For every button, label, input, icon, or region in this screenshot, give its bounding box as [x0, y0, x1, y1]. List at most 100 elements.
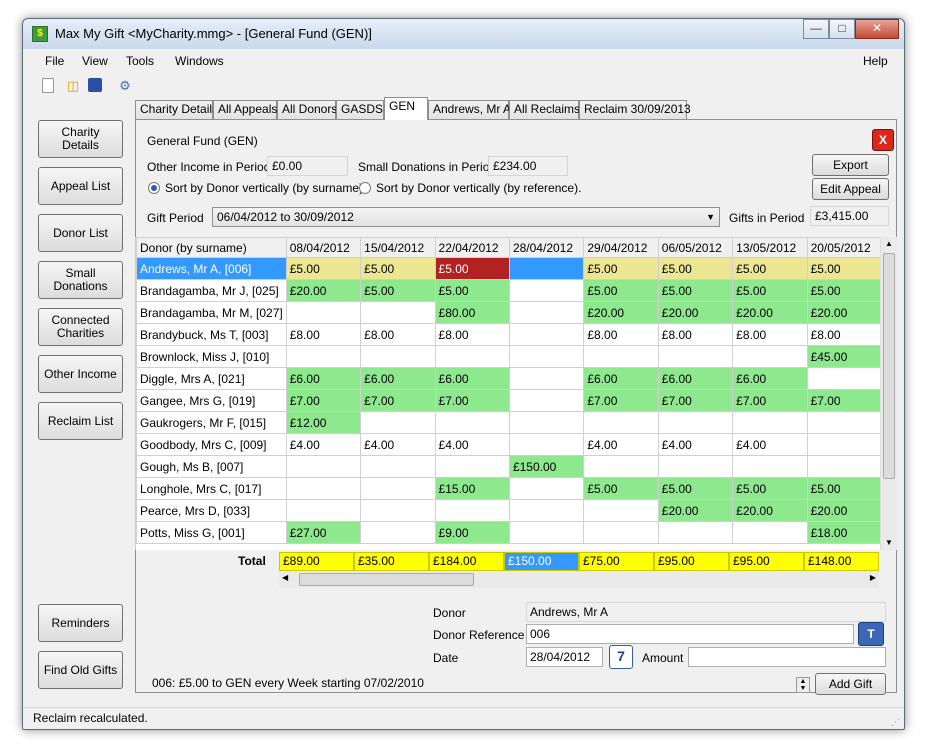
gift-cell[interactable]	[285, 301, 362, 324]
grid-vertical-scrollbar[interactable]: ▲ ▼	[880, 237, 897, 550]
gift-cell[interactable]: £5.00	[806, 279, 882, 302]
gift-cell[interactable]: £12.00	[285, 411, 362, 434]
charity-details-button[interactable]: Charity Details	[38, 120, 123, 158]
gift-cell[interactable]	[583, 521, 659, 544]
gift-cell[interactable]	[508, 367, 585, 390]
scroll-up-icon[interactable]: ▲	[881, 237, 897, 251]
gift-cell[interactable]: £8.00	[360, 323, 436, 346]
gift-cell[interactable]: £7.00	[583, 389, 659, 412]
date-field[interactable]: 28/04/2012	[526, 647, 603, 667]
gift-cell[interactable]: £5.00	[285, 257, 362, 280]
gift-cell[interactable]	[732, 455, 808, 478]
gift-cell[interactable]: £80.00	[434, 301, 510, 324]
table-row[interactable]: Gough, Ms B, [007] £150.00	[136, 455, 882, 478]
small-donations-button[interactable]: Small Donations	[38, 261, 123, 299]
menu-windows[interactable]: Windows	[175, 54, 224, 68]
gift-cell[interactable]: £4.00	[434, 433, 510, 456]
gift-cell[interactable]: £5.00	[434, 257, 510, 280]
find-old-gifts-button[interactable]: Find Old Gifts	[38, 651, 123, 689]
donor-name-cell[interactable]: Potts, Miss G, [001]	[136, 521, 287, 544]
gift-cell[interactable]: £5.00	[806, 257, 882, 280]
table-row[interactable]: Longhole, Mrs C, [017] £15.00 £5.00 £5.00 £5…	[136, 477, 882, 500]
gift-cell[interactable]	[508, 279, 585, 302]
reclaim-list-button[interactable]: Reclaim List	[38, 402, 123, 440]
menu-help[interactable]: Help	[863, 54, 888, 68]
gift-cell[interactable]: £4.00	[360, 433, 436, 456]
gift-cell[interactable]: £9.00	[434, 521, 510, 544]
gift-cell[interactable]: £5.00	[732, 279, 808, 302]
table-row[interactable]: Potts, Miss G, [001] £27.00 £9.00 £18.00	[136, 521, 882, 544]
gifts-grid[interactable]: Donor (by surname) 08/04/2012 15/04/2012…	[135, 237, 882, 550]
gift-cell[interactable]: £27.00	[285, 521, 362, 544]
date-column-header[interactable]: 29/04/2012	[583, 237, 659, 258]
gift-cell[interactable]: £8.00	[285, 323, 362, 346]
gift-cell[interactable]: £7.00	[434, 389, 510, 412]
gift-cell[interactable]: £5.00	[583, 257, 659, 280]
table-row[interactable]: Gangee, Mrs G, [019] £7.00 £7.00 £7.00 £7.00…	[136, 389, 882, 412]
tab-andrews[interactable]: Andrews, Mr A	[428, 100, 511, 119]
tab-gasds[interactable]: GASDS	[336, 100, 384, 119]
gift-cell[interactable]	[360, 455, 436, 478]
date-column-header[interactable]: 28/04/2012	[508, 237, 585, 258]
gift-cell[interactable]	[583, 411, 659, 434]
gift-cell[interactable]	[285, 345, 362, 368]
table-row[interactable]: Andrews, Mr A, [006] £5.00 £5.00 £5.00 £5.00…	[136, 257, 882, 280]
gift-cell[interactable]	[285, 477, 362, 500]
gift-cell[interactable]: £5.00	[657, 257, 734, 280]
menu-view[interactable]: View	[82, 54, 108, 68]
gift-cell[interactable]: £7.00	[806, 389, 882, 412]
gift-cell[interactable]	[732, 521, 808, 544]
gift-cell[interactable]: £6.00	[434, 367, 510, 390]
sort-reference-radio[interactable]	[359, 182, 371, 194]
gift-cell[interactable]	[360, 345, 436, 368]
donor-name-cell[interactable]: Brandybuck, Ms T, [003]	[136, 323, 287, 346]
gift-cell[interactable]: £5.00	[360, 279, 436, 302]
grid-horizontal-scrollbar[interactable]: ◀ ▶	[279, 571, 879, 588]
gift-cell[interactable]: £5.00	[583, 279, 659, 302]
gift-cell[interactable]: £8.00	[657, 323, 734, 346]
gift-cell[interactable]: £20.00	[285, 279, 362, 302]
date-column-header[interactable]: 20/05/2012	[806, 237, 882, 258]
gift-cell[interactable]: £4.00	[732, 433, 808, 456]
gift-cell[interactable]	[508, 323, 585, 346]
gift-cell[interactable]	[434, 345, 510, 368]
scroll-down-icon[interactable]: ▼	[881, 536, 897, 550]
title-bar[interactable]: $ Max My Gift <MyCharity.mmg> - [General…	[23, 19, 904, 49]
tab-all-appeals[interactable]: All Appeals	[213, 100, 277, 119]
gift-cell[interactable]: £6.00	[285, 367, 362, 390]
add-gift-button[interactable]: Add Gift	[815, 673, 886, 695]
table-row[interactable]: Brandagamba, Mr J, [025] £20.00 £5.00 £5.00…	[136, 279, 882, 302]
open-folder-icon[interactable]: ◫	[65, 78, 81, 94]
donor-name-cell[interactable]: Gough, Ms B, [007]	[136, 455, 287, 478]
date-column-header[interactable]: 22/04/2012	[434, 237, 510, 258]
donor-name-cell[interactable]: Gangee, Mrs G, [019]	[136, 389, 287, 412]
sort-reference-label[interactable]: Sort by Donor vertically (by reference).	[376, 181, 581, 195]
close-button[interactable]: ✕	[855, 19, 899, 39]
donor-field[interactable]: Andrews, Mr A	[526, 602, 886, 622]
gift-cell[interactable]: £45.00	[806, 345, 882, 368]
reminders-button[interactable]: Reminders	[38, 604, 123, 642]
gift-cell[interactable]: £5.00	[434, 279, 510, 302]
gift-cell[interactable]	[508, 521, 585, 544]
gift-cell[interactable]: £20.00	[806, 499, 882, 522]
other-income-button[interactable]: Other Income	[38, 355, 123, 393]
gift-cell[interactable]: £150.00	[508, 455, 585, 478]
gift-cell[interactable]: £18.00	[806, 521, 882, 544]
donor-reference-field[interactable]: 006	[526, 624, 854, 644]
gift-cell[interactable]: £20.00	[732, 499, 808, 522]
gift-cell[interactable]: £4.00	[657, 433, 734, 456]
donor-name-cell[interactable]: Andrews, Mr A, [006]	[136, 257, 287, 280]
gift-cell[interactable]	[732, 345, 808, 368]
donor-name-cell[interactable]: Longhole, Mrs C, [017]	[136, 477, 287, 500]
table-row[interactable]: Brownlock, Miss J, [010] £45.00	[136, 345, 882, 368]
gift-cell[interactable]: £7.00	[732, 389, 808, 412]
donor-name-cell[interactable]: Brandagamba, Mr M, [027]	[136, 301, 287, 324]
gift-cell[interactable]	[360, 477, 436, 500]
table-row[interactable]: Goodbody, Mrs C, [009] £4.00 £4.00 £4.00 £4.…	[136, 433, 882, 456]
gift-cell[interactable]: £6.00	[583, 367, 659, 390]
gift-cell[interactable]: £6.00	[657, 367, 734, 390]
amount-field[interactable]	[688, 647, 886, 667]
gift-cell[interactable]	[285, 499, 362, 522]
gift-cell[interactable]: £8.00	[806, 323, 882, 346]
donor-lookup-icon[interactable]: T	[858, 622, 884, 646]
